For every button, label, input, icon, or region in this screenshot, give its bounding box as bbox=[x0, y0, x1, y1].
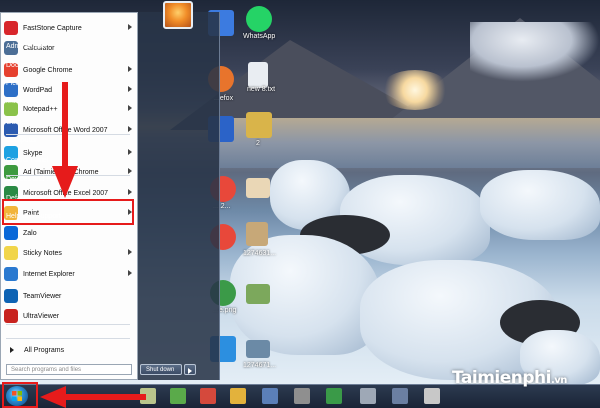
start-menu-places-panel bbox=[138, 12, 220, 380]
highlight-start-box bbox=[2, 382, 38, 408]
program-label: Internet Explorer bbox=[23, 270, 75, 278]
program-item-ultraviewer[interactable]: UltraViewer bbox=[4, 306, 134, 326]
taskbar-app-icon[interactable] bbox=[326, 388, 342, 404]
red-arrow-down-icon bbox=[52, 82, 78, 198]
desktop-icon-label: 1274671... bbox=[243, 362, 277, 369]
program-label: Zalo bbox=[23, 229, 37, 237]
search-input[interactable]: Search programs and files bbox=[6, 364, 132, 375]
chevron-right-icon bbox=[128, 189, 132, 195]
menu-item-music[interactable]: Music bbox=[6, 98, 24, 105]
program-item-teamviewer[interactable]: TeamViewer bbox=[4, 286, 134, 306]
highlight-paint-box bbox=[2, 199, 134, 225]
whatsapp-icon[interactable] bbox=[246, 6, 272, 32]
watermark-text: Taimienphi bbox=[452, 368, 551, 388]
program-item-faststone-capture[interactable]: FastStone Capture bbox=[4, 18, 134, 38]
chevron-right-icon bbox=[128, 270, 132, 276]
menu-item-games[interactable]: Games bbox=[6, 119, 29, 126]
taskbar-app-icon[interactable] bbox=[360, 388, 376, 404]
image-file-icon[interactable] bbox=[246, 284, 270, 304]
image-file-icon[interactable] bbox=[246, 222, 268, 246]
program-icon bbox=[4, 246, 18, 260]
menu-item-control-panel[interactable]: Control Panel bbox=[6, 157, 48, 164]
program-label: Skype bbox=[23, 149, 43, 157]
text-file-icon[interactable] bbox=[248, 62, 268, 88]
all-programs-button[interactable]: All Programs bbox=[4, 340, 134, 360]
chevron-right-icon bbox=[10, 347, 14, 353]
chevron-right-icon bbox=[128, 105, 132, 111]
red-arrow-left-icon bbox=[40, 386, 146, 408]
menu-item-administrator[interactable]: Administrator bbox=[6, 43, 47, 50]
desktop-icon-label: 1274631... bbox=[243, 250, 277, 257]
lake bbox=[220, 118, 600, 168]
chevron-right-icon bbox=[128, 249, 132, 255]
shutdown-options-button[interactable] bbox=[184, 364, 196, 375]
program-icon bbox=[4, 289, 18, 303]
taskbar-app-icon[interactable] bbox=[424, 388, 440, 404]
taskbar-app-icon[interactable] bbox=[170, 388, 186, 404]
program-label: UltraViewer bbox=[23, 312, 60, 320]
program-item-internet-explorer[interactable]: Internet Explorer bbox=[4, 264, 134, 284]
desktop-icon-label: new 8.txt bbox=[247, 86, 276, 93]
watermark-suffix: .vn bbox=[550, 375, 567, 386]
menu-separator bbox=[6, 338, 130, 339]
taskbar-app-icon[interactable] bbox=[200, 388, 216, 404]
chevron-right-icon bbox=[128, 126, 132, 132]
taskbar-app-icon[interactable] bbox=[294, 388, 310, 404]
shutdown-button[interactable]: Shut down bbox=[140, 364, 182, 375]
ice-floe bbox=[480, 170, 600, 240]
program-item-sticky-notes[interactable]: Sticky Notes bbox=[4, 243, 134, 263]
program-icon bbox=[4, 267, 18, 281]
all-programs-label: All Programs bbox=[24, 346, 65, 354]
program-item-zalo[interactable]: Zalo bbox=[4, 223, 134, 243]
menu-item-pictures[interactable]: Pictures bbox=[6, 80, 31, 87]
chevron-right-icon bbox=[128, 168, 132, 174]
taskbar-app-icon[interactable] bbox=[230, 388, 246, 404]
chevron-right-icon bbox=[128, 24, 132, 30]
image-file-icon[interactable] bbox=[246, 178, 270, 198]
menu-item-documents[interactable]: Documents bbox=[6, 62, 41, 69]
user-picture[interactable] bbox=[163, 1, 193, 29]
chevron-right-icon bbox=[128, 66, 132, 72]
taskbar-app-icon[interactable] bbox=[262, 388, 278, 404]
snow-peak bbox=[470, 22, 600, 82]
program-icon bbox=[4, 226, 18, 240]
image-file-icon[interactable] bbox=[246, 340, 270, 358]
watermark: Taimienphi.vn bbox=[452, 368, 567, 388]
desktop-icon-label: WhatsApp bbox=[243, 33, 276, 40]
program-label: Sticky Notes bbox=[23, 249, 62, 257]
program-icon bbox=[4, 309, 18, 323]
menu-item-computer[interactable]: Computer bbox=[6, 137, 37, 144]
program-label: WordPad bbox=[23, 86, 53, 94]
chevron-right-icon bbox=[128, 86, 132, 92]
menu-separator bbox=[6, 324, 130, 325]
taskbar-app-icon[interactable] bbox=[392, 388, 408, 404]
chevron-right-icon bbox=[128, 149, 132, 155]
program-icon bbox=[4, 21, 18, 35]
desktop-icon-label: 2 bbox=[256, 140, 260, 147]
sunset bbox=[380, 70, 450, 110]
folder-icon[interactable] bbox=[246, 112, 272, 138]
program-label: TeamViewer bbox=[23, 292, 62, 300]
program-label: FastStone Capture bbox=[23, 24, 82, 32]
